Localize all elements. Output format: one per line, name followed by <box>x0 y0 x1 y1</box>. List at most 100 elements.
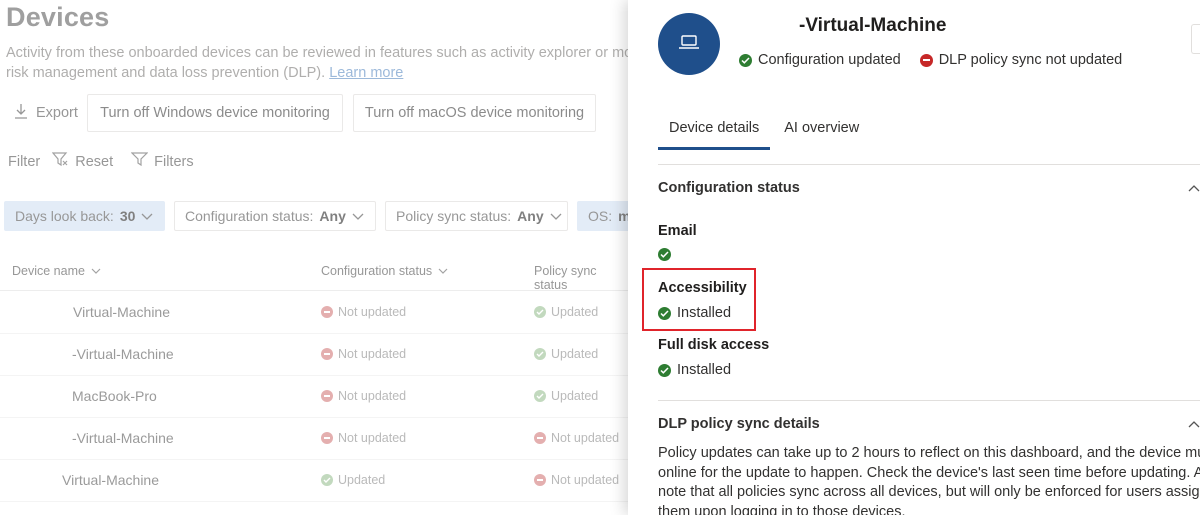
config-status-text: Updated <box>338 473 386 487</box>
table-row[interactable]: MacBook-Pro Not updated Updated <box>0 376 628 418</box>
chip-label: Policy sync status: <box>396 208 512 224</box>
device-name: -Virtual-Machine <box>72 430 174 446</box>
check-circle-icon <box>321 474 333 486</box>
email-status <box>658 248 671 261</box>
dlp-status-badge: DLP policy sync not updated <box>919 52 1122 68</box>
configuration-status-section-header[interactable]: Configuration status <box>658 180 1200 196</box>
config-status-text: Not updated <box>338 347 407 361</box>
table-row[interactable]: -Virtual-Machine Not updated Not updated <box>0 418 628 460</box>
error-status-icon <box>321 432 333 444</box>
config-status-cell: Updated <box>321 473 385 487</box>
check-circle-icon <box>534 306 546 318</box>
device-name: -Virtual-Machine <box>72 346 174 362</box>
device-avatar <box>658 13 720 75</box>
description-line: them upon logging in to those devices. <box>658 503 906 515</box>
error-status-icon <box>919 53 933 67</box>
configuration-status-chip[interactable]: Configuration status: Any <box>174 201 376 231</box>
chip-label: OS: <box>588 208 613 224</box>
device-details-panel: -Virtual-Machine Configuration updated D… <box>628 0 1200 515</box>
divider <box>658 164 1200 165</box>
table-header: Device name Configuration status Policy … <box>0 255 628 292</box>
policy-status-cell: Updated <box>534 347 598 361</box>
check-circle-icon <box>658 248 671 261</box>
dlp-policy-sync-description: Policy updates can take up to 2 hours to… <box>658 444 1200 515</box>
table-row[interactable]: -Virtual-Machine Not updated Updated <box>0 334 628 376</box>
error-status-icon <box>534 432 546 444</box>
policy-sync-status-chip[interactable]: Policy sync status: Any <box>385 201 568 231</box>
config-status-text: Not updated <box>338 431 407 445</box>
page-title: Devices <box>6 2 110 32</box>
check-circle-icon <box>658 363 671 377</box>
dlp-policy-sync-section-header[interactable]: DLP policy sync details <box>658 416 1200 432</box>
page-description-line2: risk management and data loss prevention… <box>6 65 326 81</box>
chevron-down-icon <box>550 208 562 224</box>
table-row[interactable]: Virtual-Machine Not updated Updated <box>0 292 628 334</box>
filters-button[interactable]: Filters <box>130 152 194 171</box>
page-description-line1: Activity from these onboarded devices ca… <box>6 45 677 61</box>
device-status-summary: Configuration updated DLP policy sync no… <box>739 52 1141 68</box>
chevron-up-icon[interactable] <box>1188 416 1200 432</box>
export-button[interactable]: Export <box>14 103 78 123</box>
filter-bar: Filter Reset Filters <box>8 152 212 171</box>
turn-off-windows-monitoring-button[interactable]: Turn off Windows device monitoring <box>87 94 343 132</box>
config-status-cell: Not updated <box>321 389 406 403</box>
panel-tabs: Device details AI overview <box>658 110 870 150</box>
turn-off-macos-monitoring-button[interactable]: Turn off macOS device monitoring <box>353 94 596 132</box>
tab-ai-overview[interactable]: AI overview <box>773 110 870 150</box>
section-title: DLP policy sync details <box>658 416 820 432</box>
policy-status-text: Updated <box>551 347 599 361</box>
chevron-up-icon[interactable] <box>1188 180 1200 196</box>
chevron-down-icon <box>438 264 448 278</box>
filter-label-text: Filter <box>8 153 41 170</box>
chevron-down-icon <box>352 208 364 224</box>
config-status-cell: Not updated <box>321 347 406 361</box>
policy-status-text: Not updated <box>551 473 620 487</box>
check-circle-icon <box>534 390 546 402</box>
chip-label: Configuration status: <box>185 208 314 224</box>
error-status-icon <box>321 306 333 318</box>
days-look-back-chip[interactable]: Days look back: 30 <box>4 201 165 231</box>
chip-label: Days look back: <box>15 208 114 224</box>
policy-status-cell: Not updated <box>534 473 619 487</box>
column-label: Policy sync status <box>534 264 597 292</box>
policy-status-cell: Updated <box>534 305 598 319</box>
chevron-down-icon <box>141 208 153 224</box>
description-line: note that all policies sync across all d… <box>658 484 1200 500</box>
check-circle-icon <box>739 53 752 67</box>
full-disk-access-value: Installed <box>677 362 732 378</box>
accessibility-highlight-box <box>642 268 756 331</box>
panel-action-button[interactable] <box>1191 24 1200 54</box>
filters-label: Filters <box>154 153 194 170</box>
laptop-icon <box>678 34 700 55</box>
config-status-text: Not updated <box>338 305 407 319</box>
download-icon <box>14 103 28 123</box>
reset-label: Reset <box>75 153 114 170</box>
device-name: MacBook-Pro <box>72 388 157 404</box>
chip-value: 30 <box>119 208 136 224</box>
column-header-configuration-status[interactable]: Configuration status <box>321 264 448 278</box>
full-disk-access-status: Installed <box>658 362 731 378</box>
policy-status-text: Not updated <box>551 431 620 445</box>
column-label: Configuration status <box>321 264 433 278</box>
divider <box>658 400 1200 401</box>
error-status-icon <box>321 348 333 360</box>
policy-status-text: Updated <box>551 305 599 319</box>
email-label: Email <box>658 223 697 239</box>
config-status-badge: Configuration updated <box>739 52 901 68</box>
config-status-cell: Not updated <box>321 431 406 445</box>
config-status-text: Not updated <box>338 389 407 403</box>
table-row[interactable]: Virtual-Machine Updated Not updated <box>0 460 628 502</box>
reset-filter-button[interactable]: Reset <box>51 152 114 171</box>
page-description: Activity from these onboarded devices ca… <box>6 43 677 83</box>
full-disk-access-label: Full disk access <box>658 337 770 353</box>
policy-status-cell: Updated <box>534 389 598 403</box>
chip-value: Any <box>517 208 544 224</box>
filter-reset-icon <box>51 152 69 171</box>
check-circle-icon <box>534 348 546 360</box>
column-header-device-name[interactable]: Device name <box>12 264 101 278</box>
policy-status-text: Updated <box>551 389 599 403</box>
learn-more-link[interactable]: Learn more <box>329 65 403 81</box>
tab-device-details[interactable]: Device details <box>658 110 771 150</box>
column-header-policy-sync-status[interactable]: Policy sync status <box>534 264 628 292</box>
chevron-down-icon <box>91 264 101 278</box>
